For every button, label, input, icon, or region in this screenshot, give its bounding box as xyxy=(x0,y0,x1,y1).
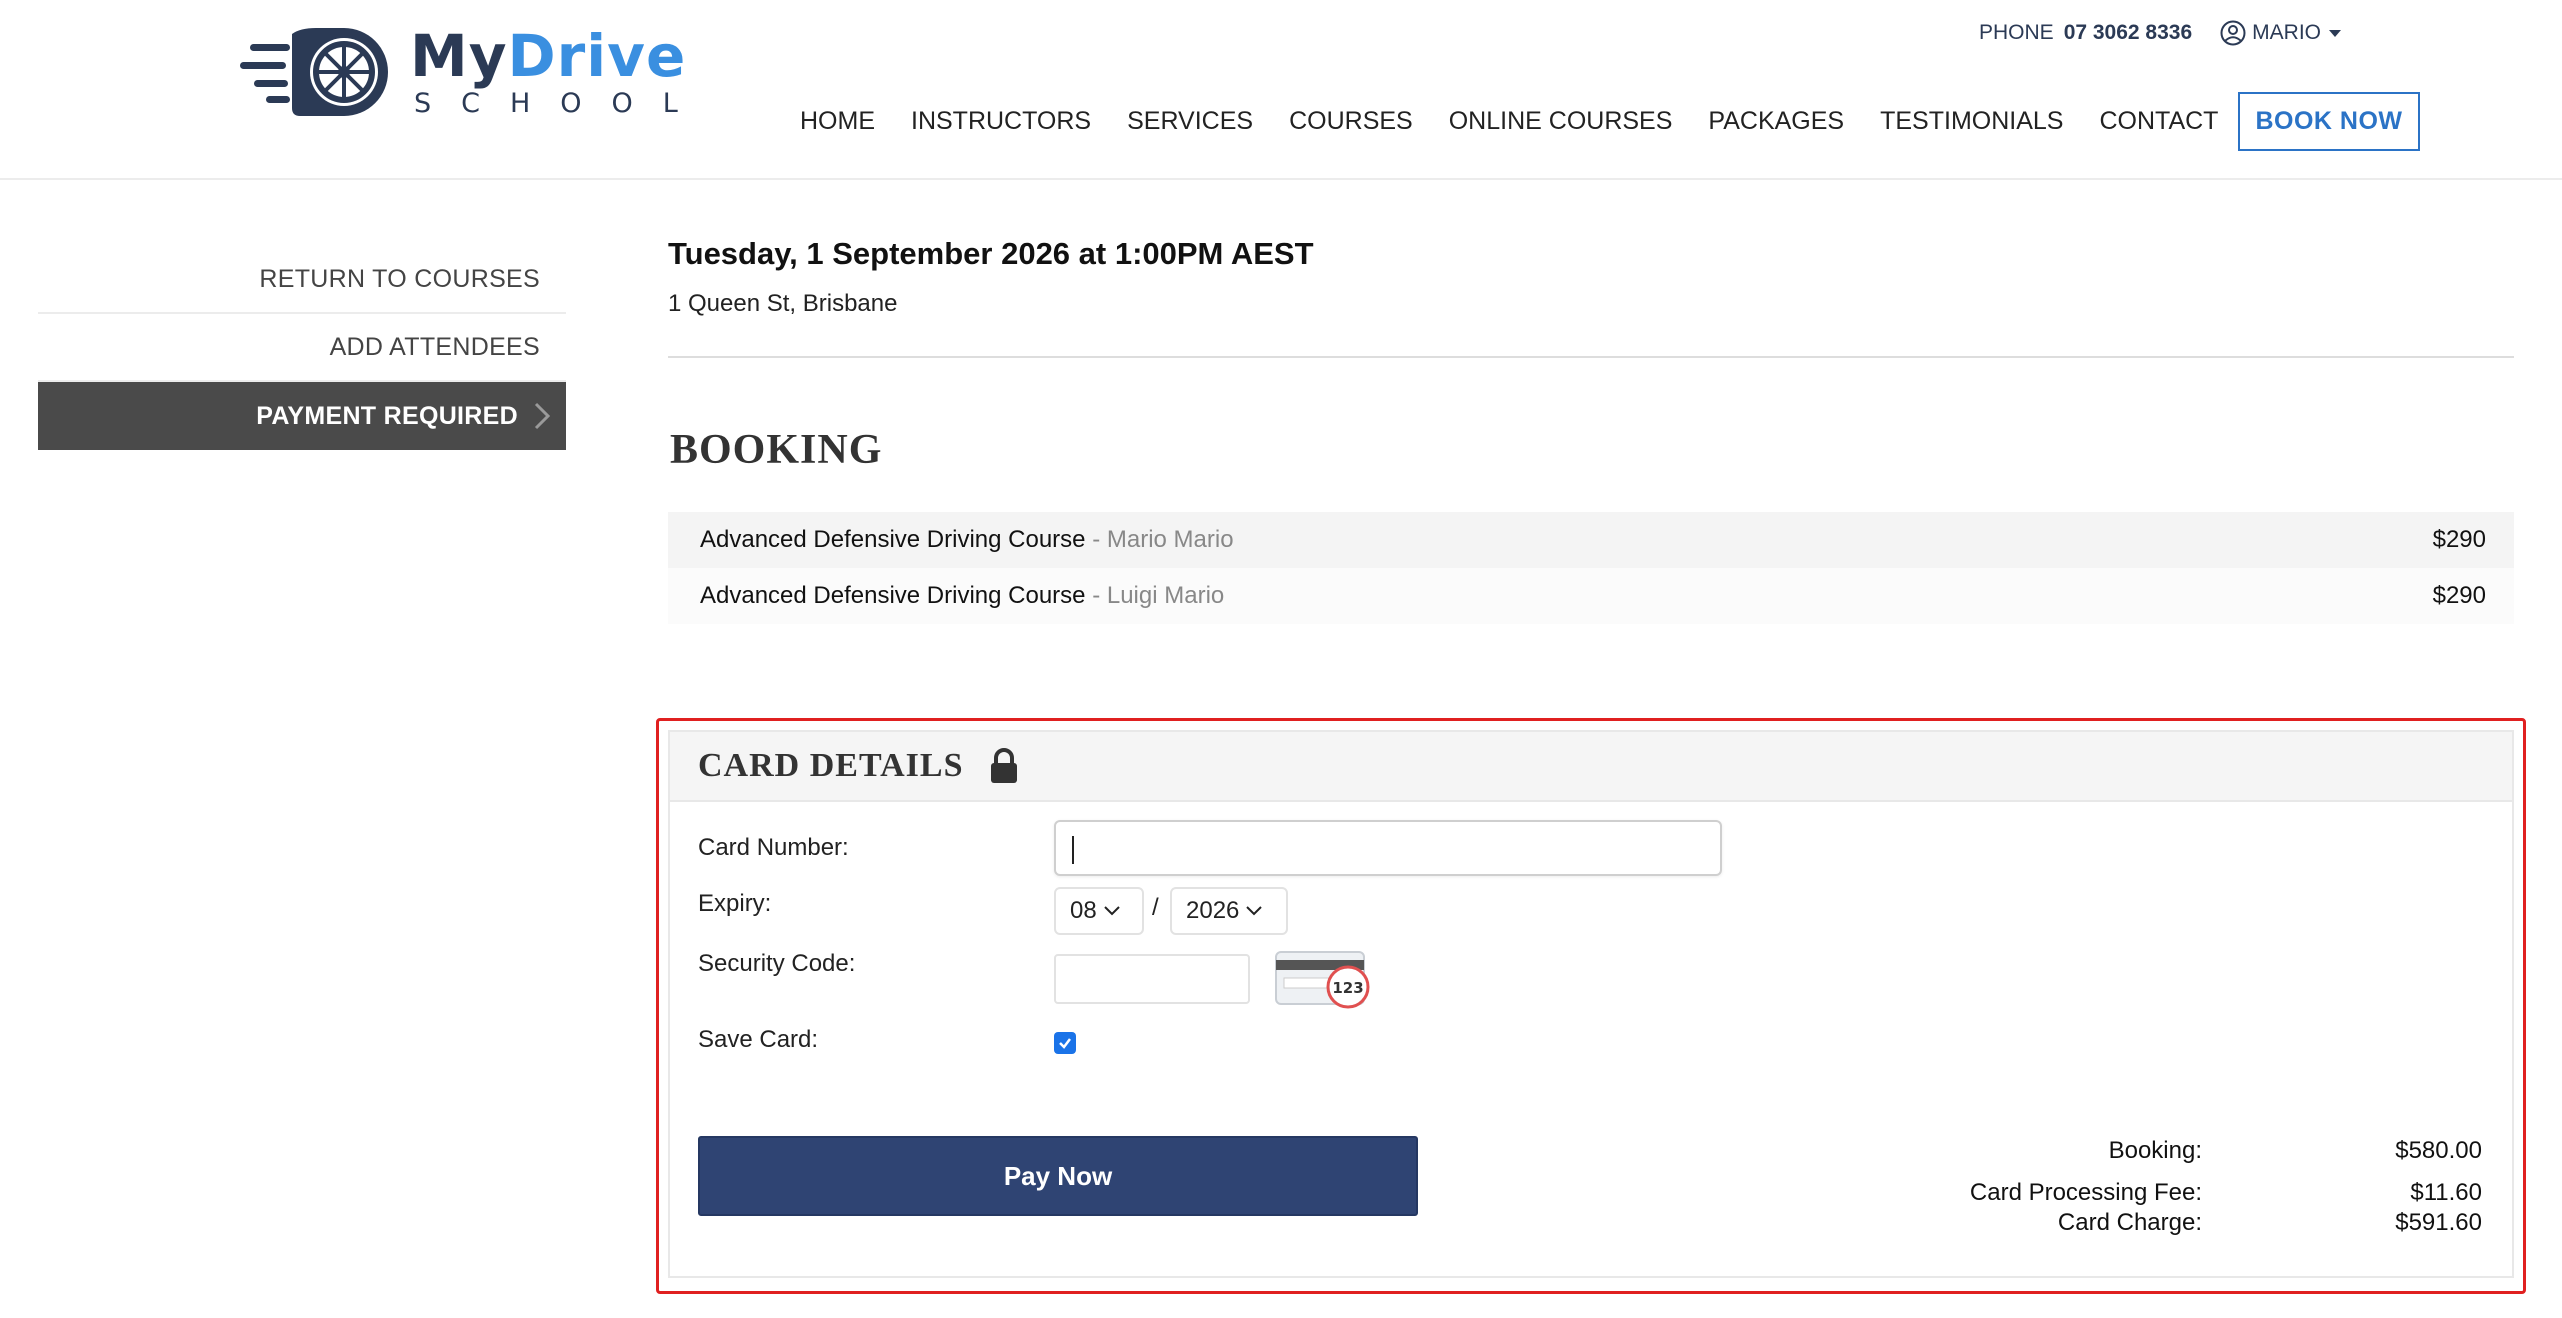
card-number-label: Card Number: xyxy=(698,834,849,861)
card-details-title: CARD DETAILS xyxy=(698,747,964,784)
checkout-steps-sidebar: RETURN TO COURSES ADD ATTENDEES PAYMENT … xyxy=(38,246,566,450)
booking-attendee: - Mario Mario xyxy=(1085,526,1234,553)
security-code-input[interactable] xyxy=(1054,954,1250,1004)
chevron-right-icon xyxy=(534,402,551,430)
total-label: Card Charge: xyxy=(2057,1209,2202,1236)
checkmark-icon xyxy=(1059,1038,1071,1049)
phone-number-link[interactable]: 07 3062 8336 xyxy=(2064,21,2192,45)
nav-packages[interactable]: PACKAGES xyxy=(1708,107,1844,136)
payment-totals: Booking: $580.00 Card Processing Fee: $1… xyxy=(1842,1136,2482,1238)
total-row-booking: Booking: $580.00 xyxy=(1842,1136,2482,1166)
expiry-year-value: 2026 xyxy=(1186,897,1240,924)
sidebar-item-add-attendees[interactable]: ADD ATTENDEES xyxy=(38,314,566,382)
sidebar-item-label: ADD ATTENDEES xyxy=(329,332,540,361)
total-row-charge: Card Charge: $591.60 xyxy=(1842,1208,2482,1238)
logo-word-my: My xyxy=(410,22,508,90)
logo-word-drive: Drive xyxy=(507,22,687,90)
site-header: MyDrive SCHOOL PHONE 07 3062 8336 MARIO … xyxy=(0,0,2562,180)
logo-wordmark: MyDrive xyxy=(410,22,686,90)
site-logo[interactable]: MyDrive SCHOOL xyxy=(240,22,700,122)
wheel-logo-icon xyxy=(240,28,388,116)
booking-price: $290 xyxy=(2432,526,2486,553)
event-date: Tuesday, 1 September 2026 at 1:00PM AEST xyxy=(668,236,1314,271)
chevron-down-icon xyxy=(1103,906,1120,916)
cvv-hint-text: 123 xyxy=(1332,979,1363,997)
booking-course: Advanced Defensive Driving Course xyxy=(700,582,1086,609)
card-number-input[interactable] xyxy=(1054,820,1722,876)
logo-tagline: SCHOOL xyxy=(414,88,708,119)
book-now-button[interactable]: BOOK NOW xyxy=(2238,91,2420,151)
nav-contact[interactable]: CONTACT xyxy=(2099,107,2218,136)
save-card-label: Save Card: xyxy=(698,1026,819,1053)
nav-home[interactable]: HOME xyxy=(800,107,875,136)
user-name: MARIO xyxy=(2252,21,2321,44)
total-label: Card Processing Fee: xyxy=(1969,1179,2202,1206)
nav-courses[interactable]: COURSES xyxy=(1289,107,1413,136)
save-card-checkbox[interactable] xyxy=(1054,1032,1076,1054)
nav-instructors[interactable]: INSTRUCTORS xyxy=(911,107,1091,136)
booking-course: Advanced Defensive Driving Course xyxy=(700,526,1086,553)
lock-icon xyxy=(991,748,1018,783)
divider xyxy=(668,356,2514,358)
chevron-down-icon xyxy=(1246,906,1263,916)
sidebar-item-return-to-courses[interactable]: RETURN TO COURSES xyxy=(38,246,566,314)
booking-row-desc: Advanced Defensive Driving Course - Mari… xyxy=(700,526,1234,554)
caret-down-icon xyxy=(2329,29,2341,37)
total-row-fee: Card Processing Fee: $11.60 xyxy=(1842,1178,2482,1208)
expiry-month-select[interactable]: 08 xyxy=(1054,887,1144,935)
expiry-separator: / xyxy=(1152,894,1159,921)
user-circle-icon xyxy=(2220,20,2246,46)
main-content: Tuesday, 1 September 2026 at 1:00PM AEST… xyxy=(668,236,2514,624)
sidebar-item-payment-required[interactable]: PAYMENT REQUIRED xyxy=(38,382,566,450)
top-contact-bar: PHONE 07 3062 8336 MARIO xyxy=(1979,18,2341,48)
sidebar-item-label: RETURN TO COURSES xyxy=(259,264,540,293)
expiry-year-select[interactable]: 2026 xyxy=(1170,887,1288,935)
total-value: $11.60 xyxy=(2410,1179,2482,1206)
total-label: Booking: xyxy=(2108,1137,2202,1164)
booking-list: Advanced Defensive Driving Course - Mari… xyxy=(668,512,2514,624)
card-details-header: CARD DETAILS xyxy=(670,732,2512,802)
pay-now-button[interactable]: Pay Now xyxy=(698,1136,1418,1216)
expiry-label: Expiry: xyxy=(698,890,772,917)
phone-label: PHONE xyxy=(1979,21,2054,44)
total-value: $591.60 xyxy=(2395,1209,2482,1236)
sidebar-item-label: PAYMENT REQUIRED xyxy=(256,401,518,430)
total-value: $580.00 xyxy=(2395,1137,2482,1164)
expiry-month-value: 08 xyxy=(1070,897,1097,924)
user-menu[interactable]: MARIO xyxy=(2220,20,2341,46)
card-details-panel: CARD DETAILS Card Number: Expiry: 08 / 2… xyxy=(668,730,2514,1278)
main-nav: HOME INSTRUCTORS SERVICES COURSES ONLINE… xyxy=(800,90,2420,152)
nav-online-courses[interactable]: ONLINE COURSES xyxy=(1449,107,1673,136)
security-code-label: Security Code: xyxy=(698,950,856,977)
booking-row-desc: Advanced Defensive Driving Course - Luig… xyxy=(700,582,1224,610)
nav-services[interactable]: SERVICES xyxy=(1127,107,1253,136)
booking-price: $290 xyxy=(2432,582,2486,609)
booking-heading: BOOKING xyxy=(670,427,883,473)
booking-row: Advanced Defensive Driving Course - Luig… xyxy=(668,568,2514,624)
nav-testimonials[interactable]: TESTIMONIALS xyxy=(1880,107,2063,136)
cvv-card-icon: 123 xyxy=(1275,951,1370,1009)
booking-attendee: - Luigi Mario xyxy=(1085,582,1225,609)
event-location: 1 Queen St, Brisbane xyxy=(668,290,898,317)
text-cursor xyxy=(1072,836,1074,864)
booking-row: Advanced Defensive Driving Course - Mari… xyxy=(668,512,2514,568)
